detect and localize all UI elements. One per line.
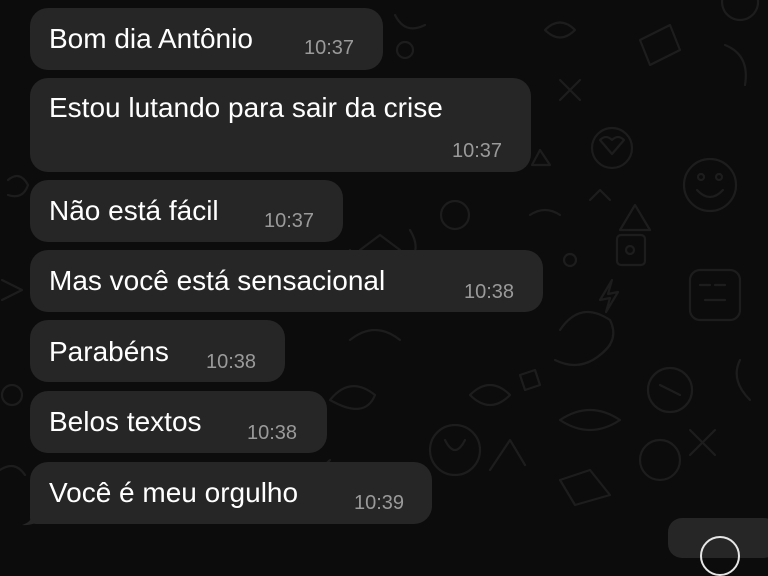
message-timestamp: 10:39 — [354, 492, 405, 514]
message-text: Você é meu orgulho — [49, 477, 299, 508]
bubble-tail — [22, 506, 46, 526]
scroll-to-bottom-button[interactable] — [668, 518, 768, 576]
message-bubble[interactable]: Estou lutando para sair da crise 10:37 — [30, 78, 531, 172]
message-text: Mas você está sensacional — [49, 265, 386, 296]
message-bubble[interactable]: Bom dia Antônio 10:37 — [30, 8, 383, 70]
message-timestamp: 10:37 — [304, 37, 355, 59]
message-text: Parabéns — [49, 336, 169, 367]
message-timestamp: 10:37 — [452, 140, 503, 162]
message-text: Não está fácil — [49, 195, 219, 226]
chat-message-list[interactable]: Bom dia Antônio 10:37 Estou lutando para… — [0, 0, 768, 545]
scroll-down-icon — [700, 536, 740, 576]
message-timestamp: 10:37 — [264, 210, 315, 232]
message-timestamp: 10:38 — [247, 422, 298, 444]
message-bubble[interactable]: Não está fácil 10:37 — [30, 180, 343, 242]
message-bubble[interactable]: Mas você está sensacional 10:38 — [30, 250, 543, 312]
message-bubble[interactable]: Você é meu orgulho 10:39 — [30, 462, 432, 524]
message-timestamp: 10:38 — [206, 351, 257, 373]
message-bubble[interactable]: Belos textos 10:38 — [30, 391, 327, 453]
message-timestamp: 10:38 — [464, 281, 515, 303]
message-bubble[interactable]: Parabéns 10:38 — [30, 320, 285, 382]
message-text: Bom dia Antônio — [49, 23, 253, 54]
message-text: Belos textos — [49, 406, 202, 437]
message-text: Estou lutando para sair da crise — [49, 92, 443, 123]
